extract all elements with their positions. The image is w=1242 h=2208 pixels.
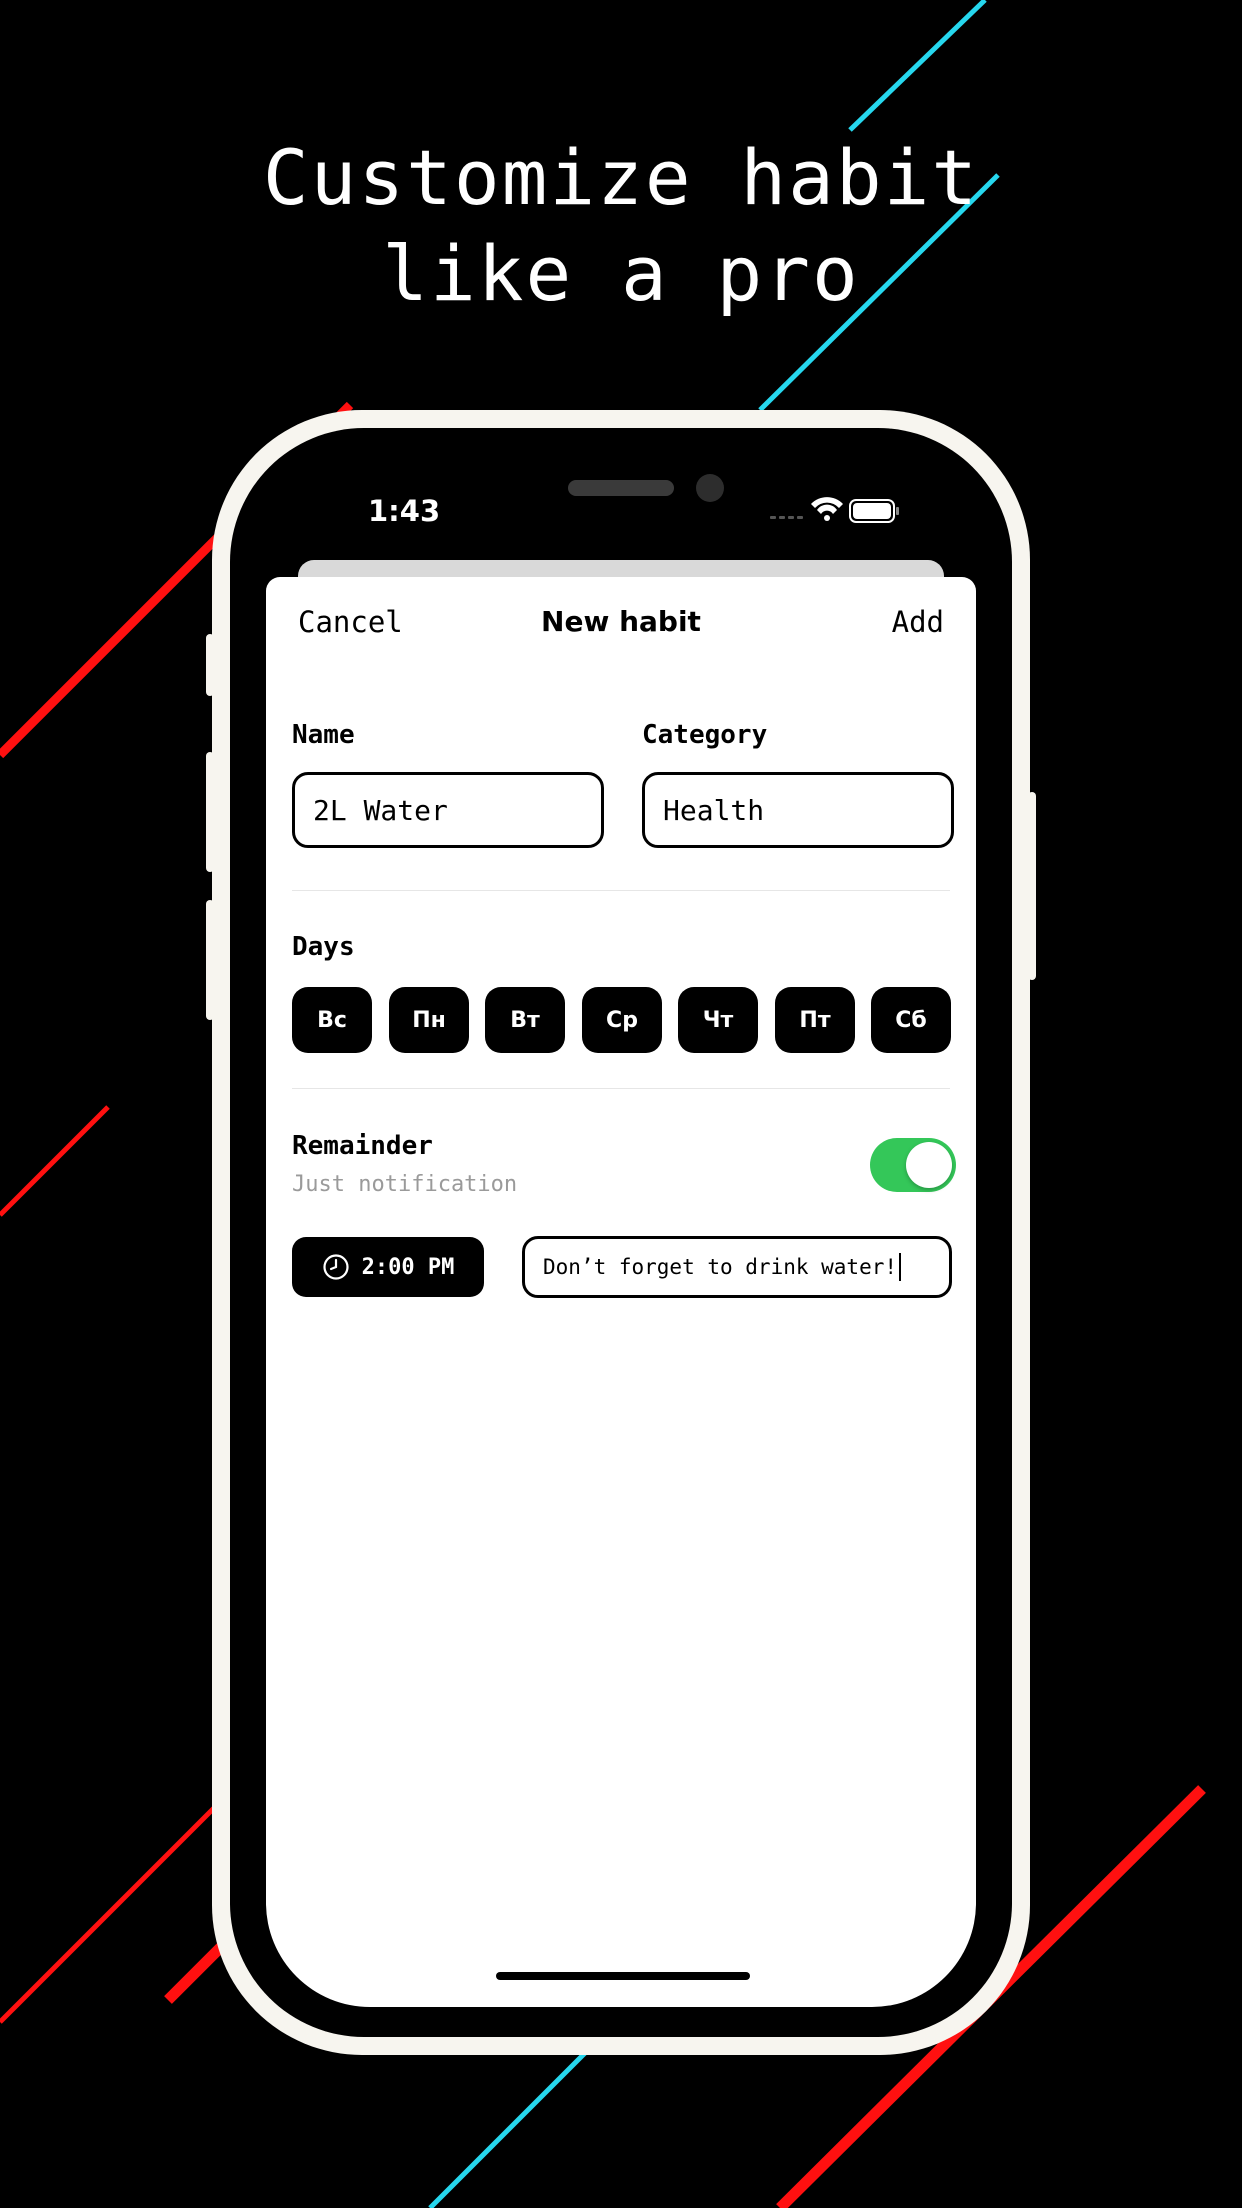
day-button-thu[interactable]: Чт: [678, 987, 758, 1053]
reminder-label: Remainder: [292, 1131, 433, 1161]
name-value: 2L Water: [313, 793, 448, 827]
toggle-knob: [906, 1142, 952, 1188]
category-value: Health: [663, 793, 765, 827]
days-label: Days: [292, 932, 355, 962]
reminder-subtitle: Just notification: [292, 1172, 518, 1197]
text-cursor: [899, 1253, 902, 1281]
day-button-sat[interactable]: Сб: [871, 987, 951, 1053]
home-indicator: [496, 1972, 750, 1980]
red-line-mid-left: [0, 1105, 110, 1217]
headline-line-2: like a pro: [382, 229, 860, 318]
time-value: 2:00 PM: [361, 1254, 455, 1280]
divider: [292, 1088, 950, 1089]
day-button-tue[interactable]: Вт: [485, 987, 565, 1053]
time-picker-button[interactable]: 2:00 PM: [292, 1237, 484, 1297]
status-time: 1:43: [368, 494, 441, 528]
divider: [292, 890, 950, 891]
reminder-message-value: Don’t forget to drink water!: [543, 1255, 898, 1279]
speaker: [568, 480, 674, 496]
day-button-wed[interactable]: Ср: [582, 987, 662, 1053]
wifi-icon: [811, 497, 843, 521]
page-title: New habit: [541, 605, 701, 638]
volume-down-button: [206, 900, 214, 1020]
phone-screen: 1:43 Cancel New habit Add Name Category …: [230, 428, 1012, 2037]
front-camera: [696, 474, 724, 502]
day-button-fri[interactable]: Пт: [775, 987, 855, 1053]
red-line-lower-left-thick: [164, 1942, 226, 2004]
name-field[interactable]: 2L Water: [292, 772, 604, 848]
add-button[interactable]: Add: [892, 605, 944, 639]
silent-switch: [206, 634, 214, 696]
new-habit-sheet: Cancel New habit Add Name Category 2L Wa…: [266, 577, 976, 2007]
category-label: Category: [642, 720, 768, 750]
reminder-toggle[interactable]: [870, 1138, 956, 1192]
volume-up-button: [206, 752, 214, 872]
power-button: [1028, 792, 1036, 980]
cyan-line-bottom: [428, 2046, 592, 2208]
category-field[interactable]: Health: [642, 772, 954, 848]
reminder-message-field[interactable]: Don’t forget to drink water!: [522, 1236, 952, 1298]
headline-line-1: Customize habit: [262, 133, 980, 222]
name-label: Name: [292, 720, 355, 750]
app-store-screenshot: Customize habit like a pro 1:43 Cancel N…: [0, 0, 1242, 2208]
battery-icon: [849, 499, 899, 523]
phone-frame: 1:43 Cancel New habit Add Name Category …: [206, 410, 1036, 2055]
day-button-sun[interactable]: Вс: [292, 987, 372, 1053]
nav-bar: Cancel New habit Add: [266, 577, 976, 667]
signal-icon: [770, 516, 803, 519]
status-icons: [770, 497, 899, 523]
headline: Customize habit like a pro: [0, 130, 1242, 322]
day-button-mon[interactable]: Пн: [389, 987, 469, 1053]
cyan-line-top: [848, 0, 987, 132]
clock-icon: [323, 1254, 349, 1280]
